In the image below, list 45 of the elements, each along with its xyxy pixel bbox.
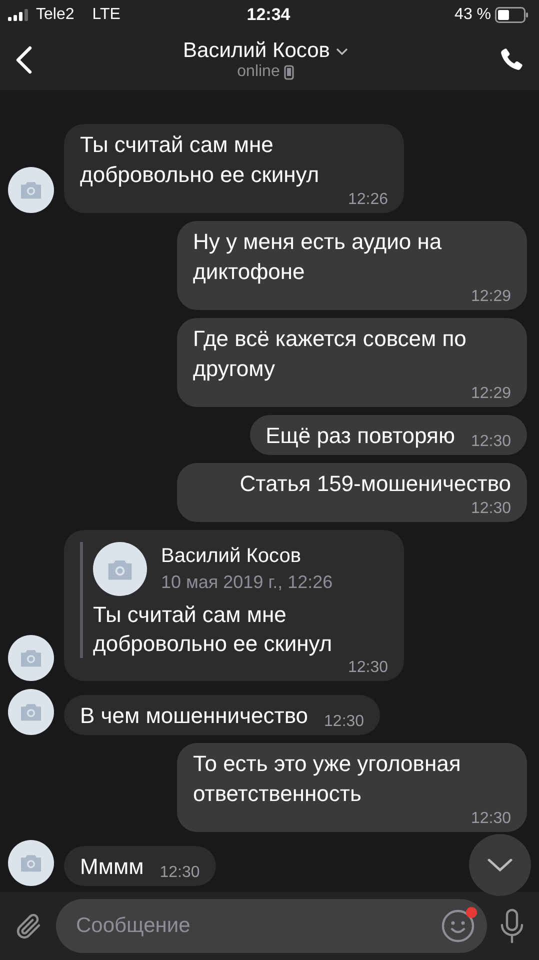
camera-icon	[106, 558, 134, 580]
microphone-button[interactable]	[499, 908, 525, 944]
message-text: Где всё кажется совсем по другому	[193, 325, 468, 383]
message-text: То есть это уже уголовная ответственность	[193, 750, 462, 808]
quote-text: Ты считай сам мне добровольно ее скинул	[93, 601, 334, 658]
message-text: Мммм	[80, 853, 144, 881]
message-time: 12:30	[470, 809, 511, 828]
battery-icon	[495, 7, 530, 23]
signal-icon	[8, 9, 30, 21]
message-time: 12:29	[470, 287, 511, 306]
chevron-down-icon[interactable]	[336, 48, 348, 54]
message-time: 12:30	[158, 863, 200, 882]
online-status: online	[237, 63, 280, 81]
network-type: LTE	[92, 6, 120, 24]
phone-device-icon	[284, 64, 294, 80]
quoted-message[interactable]: Василий Косов 10 мая 2019 г., 12:26 Ты считай сам мне добровольно ее скинул	[80, 542, 388, 658]
avatar[interactable]	[8, 635, 54, 681]
message-time: 12:30	[470, 499, 511, 518]
contact-name[interactable]: Василий Косов	[183, 39, 330, 63]
quote-author: Василий Косов	[161, 544, 302, 569]
message-field[interactable]: Сообщение	[56, 899, 487, 953]
message-time: 12:30	[470, 432, 511, 451]
message-time: 12:30	[323, 712, 364, 731]
camera-icon	[19, 853, 43, 873]
avatar[interactable]	[8, 167, 54, 213]
battery-percent: 43 %	[454, 6, 492, 24]
back-button[interactable]	[14, 45, 34, 75]
avatar[interactable]	[8, 840, 54, 886]
chevron-down-icon	[487, 858, 513, 872]
message-text: Ещё раз повторяю	[266, 422, 455, 450]
message-text: Ну у меня есть аудио на диктофоне	[193, 228, 443, 286]
message-time: 12:26	[346, 190, 388, 209]
emoji-button[interactable]	[441, 909, 475, 943]
clock: 12:34	[246, 5, 290, 25]
message-text: В чем мошенничество	[80, 702, 308, 730]
carrier-name: Tele2	[36, 6, 74, 24]
message-time: 12:29	[470, 384, 511, 403]
avatar[interactable]	[8, 689, 54, 735]
camera-icon	[19, 702, 43, 722]
message-text: Статья 159-мошеничество	[240, 470, 511, 498]
camera-icon	[19, 648, 43, 668]
message-text: Ты считай сам мне добровольно ее скинул	[80, 131, 320, 189]
message-time: 12:30	[346, 658, 388, 677]
quote-date: 10 мая 2019 г., 12:26	[161, 571, 333, 594]
camera-icon	[19, 180, 43, 200]
